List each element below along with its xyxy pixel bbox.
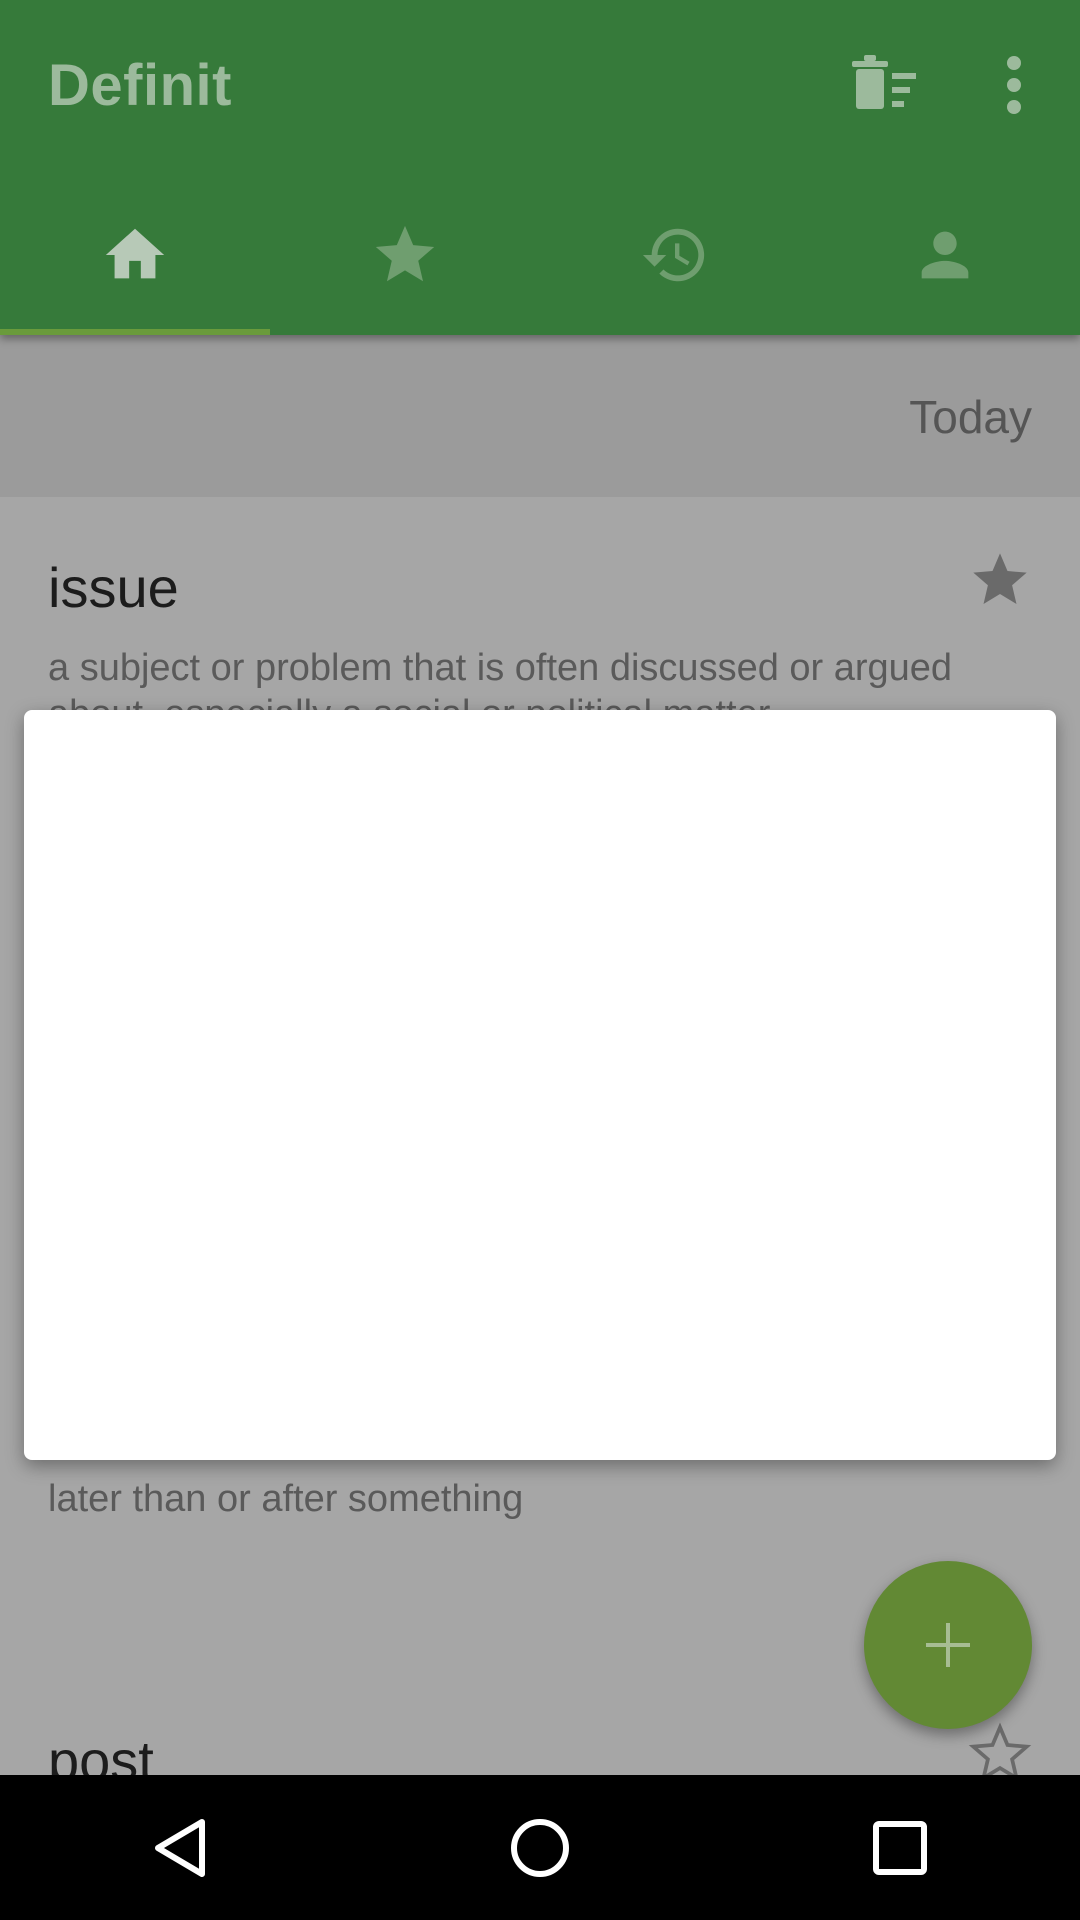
tab-profile[interactable]	[810, 190, 1080, 335]
star-filled-icon[interactable]	[968, 548, 1032, 617]
tab-home[interactable]	[0, 190, 270, 335]
app-title: Definit	[48, 53, 232, 118]
system-nav-bar	[0, 1775, 1080, 1920]
app-bar: Definit	[0, 0, 1080, 335]
tab-favorites[interactable]	[270, 190, 540, 335]
home-button[interactable]	[480, 1788, 600, 1908]
tab-history[interactable]	[540, 190, 810, 335]
dialog[interactable]	[24, 710, 1056, 1460]
delete-sweep-icon[interactable]	[852, 55, 924, 115]
back-button[interactable]	[120, 1788, 240, 1908]
recents-button[interactable]	[840, 1788, 960, 1908]
tab-indicator	[0, 329, 270, 335]
home-circle-icon	[511, 1818, 569, 1877]
entry-definition: later than or after something	[48, 1478, 524, 1520]
add-word-button[interactable]	[864, 1561, 1032, 1729]
more-vert-icon[interactable]	[978, 55, 1050, 115]
plus-icon	[926, 1623, 970, 1667]
recents-icon	[873, 1820, 927, 1875]
section-label: Today	[909, 391, 1032, 443]
entry-word[interactable]: issue	[48, 555, 179, 620]
tab-bar	[0, 190, 1080, 335]
history-icon	[642, 228, 705, 282]
star-icon	[375, 225, 435, 282]
home-icon	[105, 228, 165, 279]
person-icon	[921, 231, 969, 279]
back-icon	[155, 1818, 205, 1877]
